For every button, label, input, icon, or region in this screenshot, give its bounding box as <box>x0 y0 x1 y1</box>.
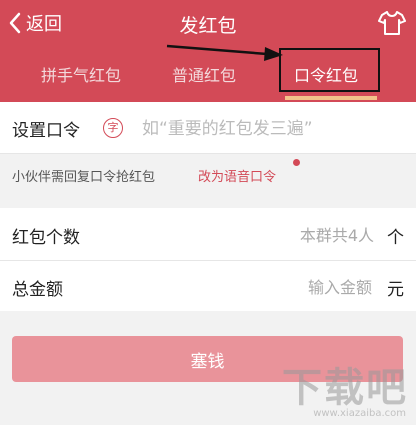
total-amount-input[interactable] <box>200 272 374 302</box>
switch-to-voice-link[interactable]: 改为语音口令 <box>198 166 276 185</box>
tab-lucky-packet[interactable]: 拼手气红包 <box>41 62 121 86</box>
packet-count-label: 红包个数 <box>12 228 80 248</box>
new-badge-dot <box>293 159 300 166</box>
total-amount-row: 总金额 元 <box>0 261 416 311</box>
watermark: 下载吧 www.xiazaiba.com <box>258 355 408 419</box>
total-amount-label: 总金额 <box>12 280 63 300</box>
arrow-annotation <box>166 44 283 61</box>
password-label: 设置口令 <box>12 121 80 141</box>
packet-count-unit: 个 <box>387 228 404 248</box>
page-title: 发红包 <box>179 15 237 37</box>
watermark-logo: 下载吧 <box>282 364 408 411</box>
tab-normal-packet[interactable]: 普通红包 <box>172 62 236 86</box>
total-amount-unit: 元 <box>387 280 404 300</box>
packet-count-input[interactable] <box>200 220 376 250</box>
nav-bar: 返回 发红包 <box>0 0 416 45</box>
watermark-url: www.xiazaiba.com <box>313 408 406 419</box>
password-input[interactable] <box>140 112 412 146</box>
hint-area: 小伙伴需回复口令抢红包 改为语音口令 <box>0 154 416 196</box>
zi-icon[interactable]: 字 <box>103 118 123 138</box>
shirt-icon[interactable] <box>378 10 406 36</box>
password-row: 设置口令 字 <box>0 102 416 154</box>
hint-text: 小伙伴需回复口令抢红包 <box>12 170 156 185</box>
header: 返回 发红包 拼手气红包 普通红包 口令红包 <box>0 0 416 102</box>
packet-count-row: 红包个数 个 <box>0 208 416 261</box>
active-tab-indicator <box>285 96 377 100</box>
highlight-box <box>279 48 380 92</box>
